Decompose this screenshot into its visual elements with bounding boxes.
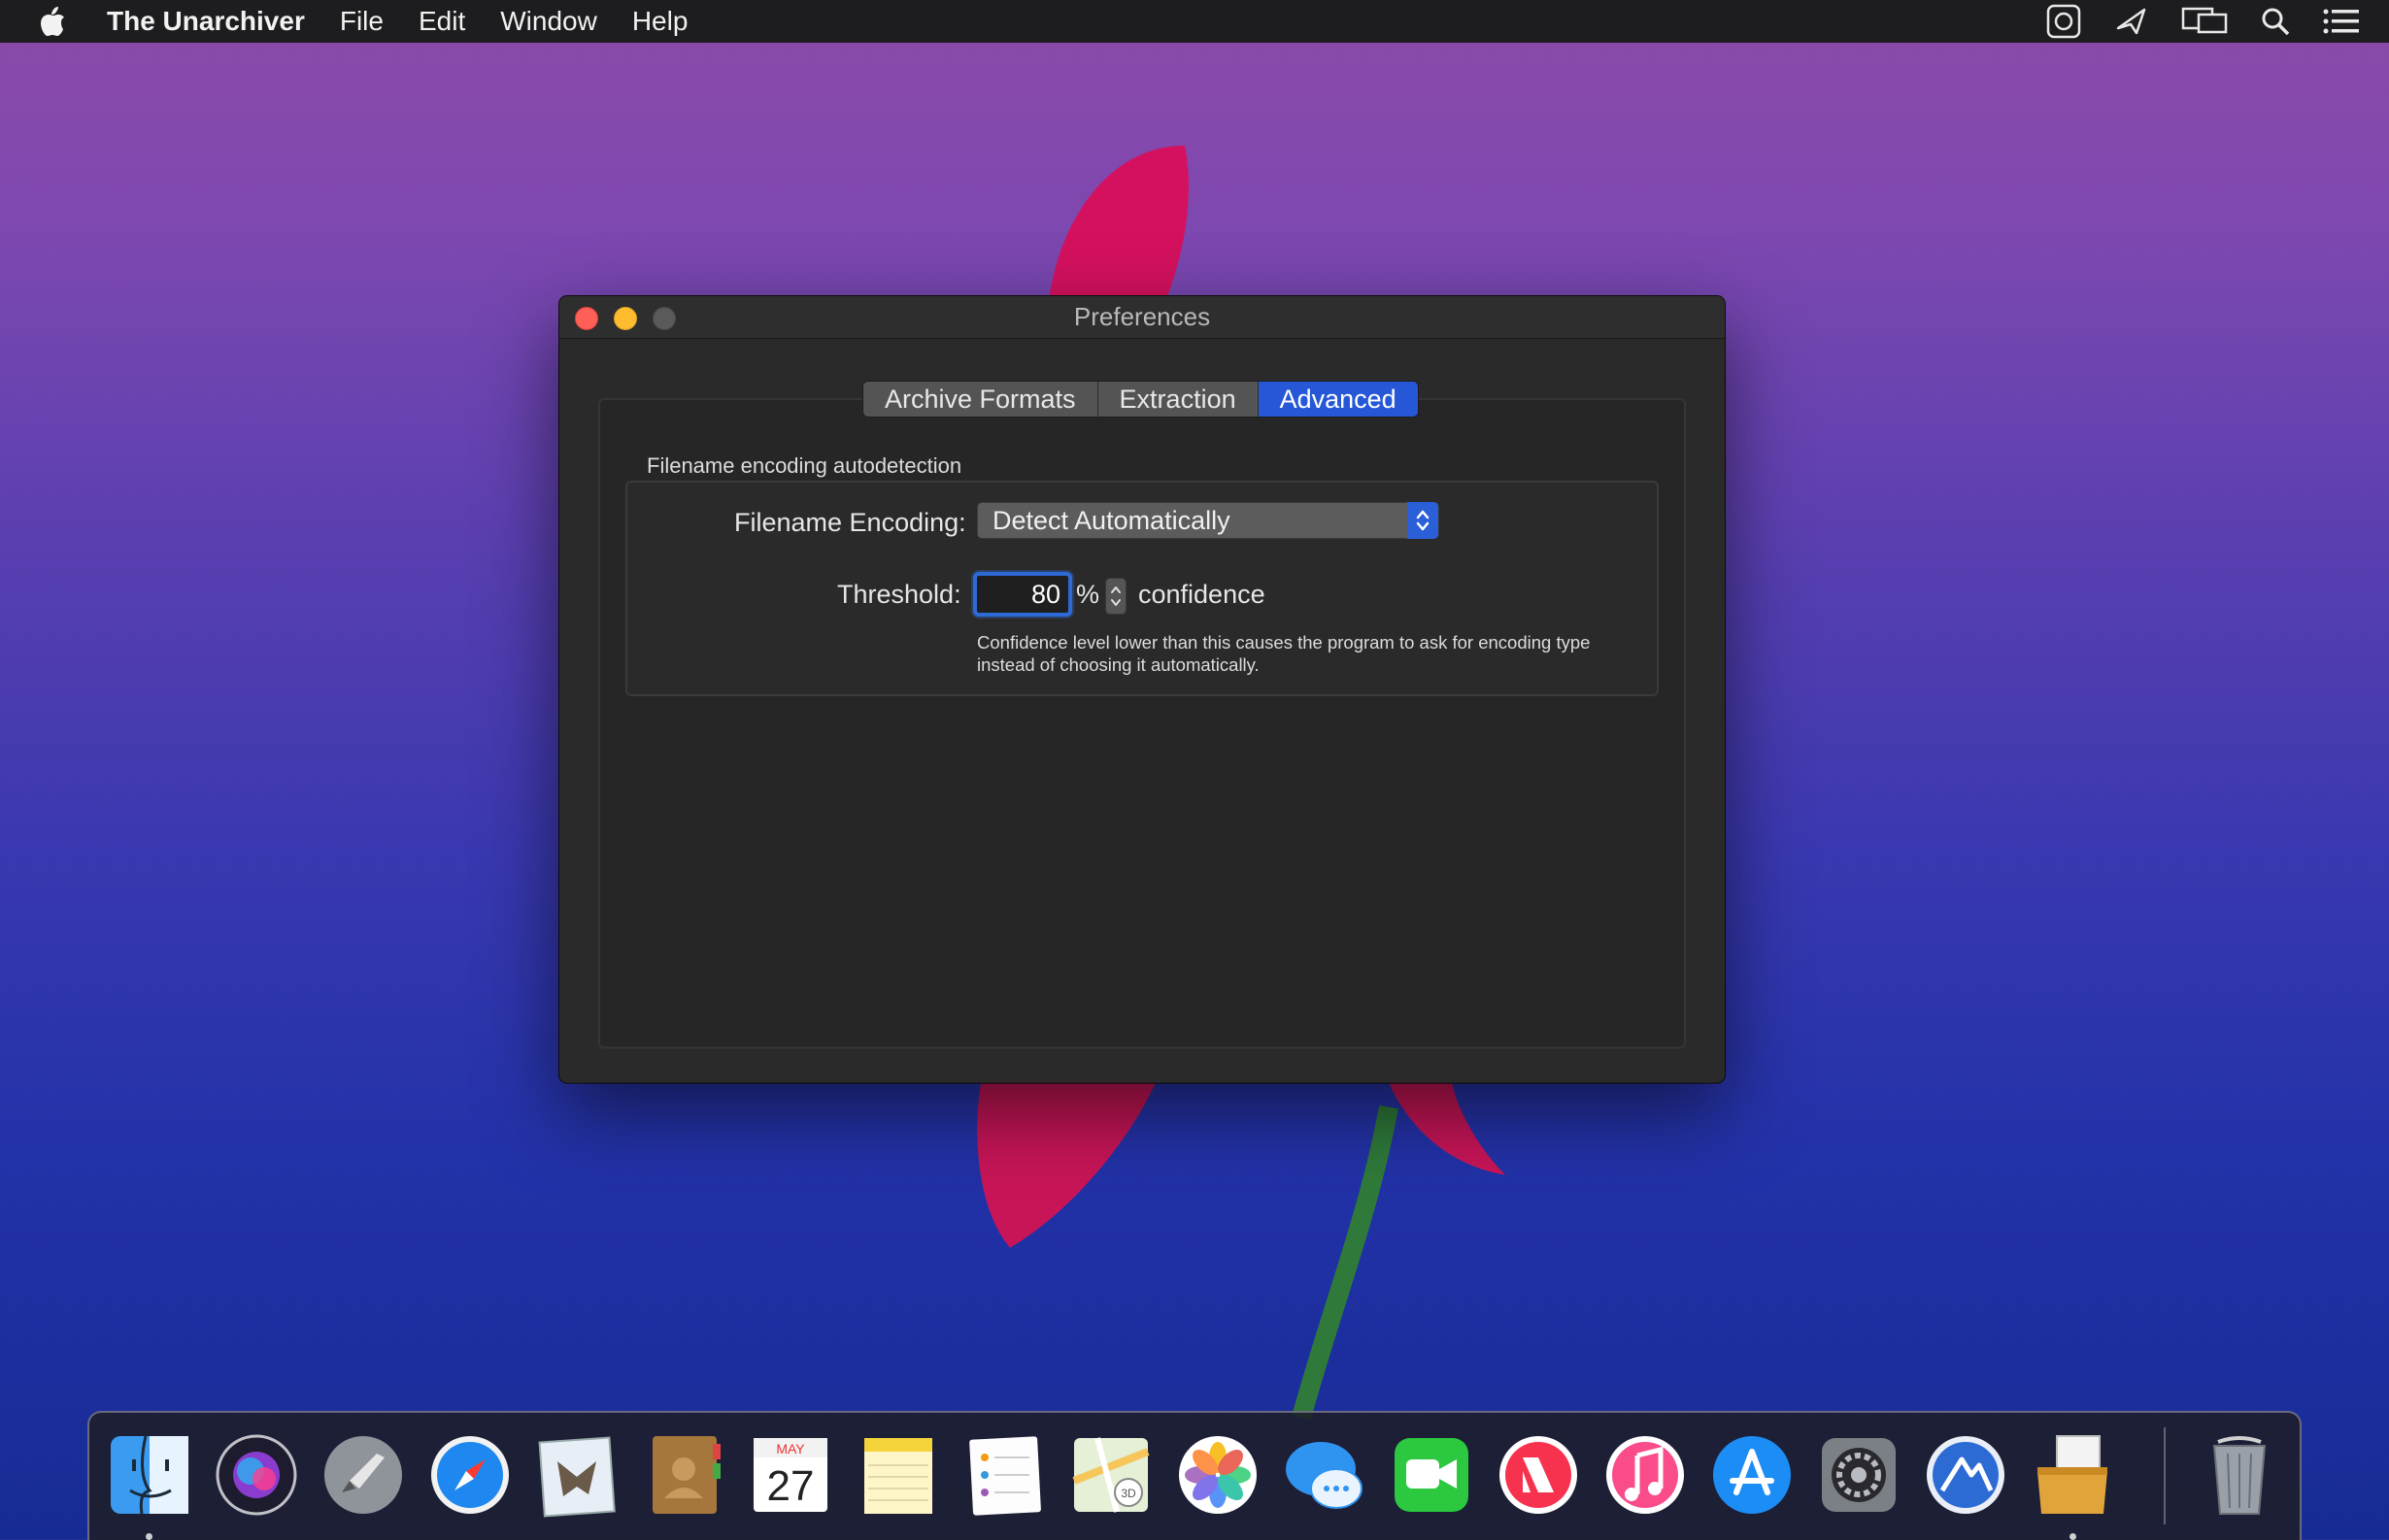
app-store-icon[interactable] bbox=[1709, 1432, 1795, 1518]
dock: MAY 27 3D bbox=[87, 1411, 2302, 1540]
threshold-confidence-label: confidence bbox=[1138, 580, 1265, 609]
contacts-icon[interactable] bbox=[641, 1432, 726, 1518]
siri-icon[interactable] bbox=[214, 1432, 299, 1518]
dock-separator bbox=[2164, 1427, 2166, 1524]
safari-icon[interactable] bbox=[427, 1432, 513, 1518]
threshold-input[interactable] bbox=[977, 576, 1068, 613]
trash-icon[interactable] bbox=[2197, 1432, 2282, 1518]
airplay-send-icon[interactable] bbox=[2115, 7, 2148, 36]
news-icon[interactable] bbox=[1496, 1432, 1581, 1518]
photos-icon[interactable] bbox=[1175, 1432, 1261, 1518]
menu-bar: The Unarchiver File Edit Window Help bbox=[0, 0, 2389, 43]
messages-icon[interactable] bbox=[1282, 1432, 1367, 1518]
threshold-help-text: Confidence level lower than this causes … bbox=[977, 632, 1591, 675]
reminders-icon[interactable] bbox=[961, 1432, 1047, 1518]
tab-extraction[interactable]: Extraction bbox=[1097, 382, 1259, 417]
finder-icon[interactable] bbox=[107, 1432, 192, 1518]
facetime-icon[interactable] bbox=[1389, 1432, 1474, 1518]
calendar-day: 27 bbox=[767, 1462, 815, 1510]
menubar-status-area bbox=[2045, 0, 2360, 43]
finder-running-dot bbox=[146, 1533, 152, 1540]
flower-stem bbox=[1292, 1105, 1398, 1421]
spotlight-search-icon[interactable] bbox=[2261, 7, 2290, 36]
maps-icon[interactable]: 3D bbox=[1068, 1432, 1154, 1518]
display-mirroring-icon[interactable] bbox=[2181, 6, 2228, 37]
tab-advanced[interactable]: Advanced bbox=[1258, 382, 1418, 417]
tab-archive-formats[interactable]: Archive Formats bbox=[863, 382, 1098, 417]
menu-help[interactable]: Help bbox=[632, 6, 689, 37]
window-title: Preferences bbox=[1073, 302, 1211, 331]
system-preferences-icon[interactable] bbox=[1816, 1432, 1901, 1518]
flower-petal-bottom-right bbox=[1389, 1083, 1505, 1175]
preferences-window: Preferences Archive Formats Extraction A… bbox=[559, 296, 1725, 1083]
close-window-button[interactable] bbox=[575, 307, 598, 330]
notes-icon[interactable] bbox=[855, 1432, 940, 1518]
preferences-tab-bar: Archive Formats Extraction Advanced bbox=[862, 381, 1419, 418]
minimize-window-button[interactable] bbox=[614, 307, 637, 330]
threshold-percent-sign: % bbox=[1076, 580, 1100, 609]
threshold-label: Threshold: bbox=[837, 580, 961, 609]
music-icon[interactable] bbox=[1602, 1432, 1688, 1518]
flower-petal-bottom-left bbox=[977, 1083, 1156, 1248]
the-unarchiver-icon[interactable] bbox=[2030, 1432, 2115, 1518]
encoding-group-title: Filename encoding autodetection bbox=[647, 453, 962, 478]
unarchiver-running-dot bbox=[2069, 1533, 2076, 1540]
svg-text:3D: 3D bbox=[1121, 1487, 1136, 1500]
flower-petal-top bbox=[1049, 146, 1189, 301]
calendar-icon[interactable]: MAY 27 bbox=[748, 1432, 833, 1518]
up-down-chevron-icon bbox=[1407, 502, 1438, 539]
threshold-input-wrapper bbox=[973, 572, 1072, 617]
window-titlebar[interactable]: Preferences bbox=[559, 296, 1725, 339]
launchpad-icon[interactable] bbox=[320, 1432, 406, 1518]
filename-encoding-label: Filename Encoding: bbox=[734, 508, 966, 537]
instruments-icon[interactable] bbox=[1923, 1432, 2008, 1518]
stepper-arrows-icon bbox=[1111, 586, 1121, 606]
menu-window[interactable]: Window bbox=[500, 6, 597, 37]
menu-edit[interactable]: Edit bbox=[419, 6, 465, 37]
screenshot-icon[interactable] bbox=[2045, 3, 2082, 40]
notification-center-icon[interactable] bbox=[2323, 9, 2360, 34]
filename-encoding-value: Detect Automatically bbox=[993, 505, 1230, 535]
calendar-month: MAY bbox=[776, 1441, 805, 1456]
menu-file[interactable]: File bbox=[340, 6, 384, 37]
mail-icon[interactable] bbox=[534, 1432, 620, 1518]
apple-menu-icon[interactable] bbox=[39, 5, 72, 38]
filename-encoding-popup[interactable]: Detect Automatically bbox=[977, 502, 1439, 539]
menu-app-name[interactable]: The Unarchiver bbox=[107, 6, 305, 37]
threshold-stepper[interactable] bbox=[1105, 578, 1127, 615]
zoom-window-button[interactable] bbox=[653, 307, 676, 330]
